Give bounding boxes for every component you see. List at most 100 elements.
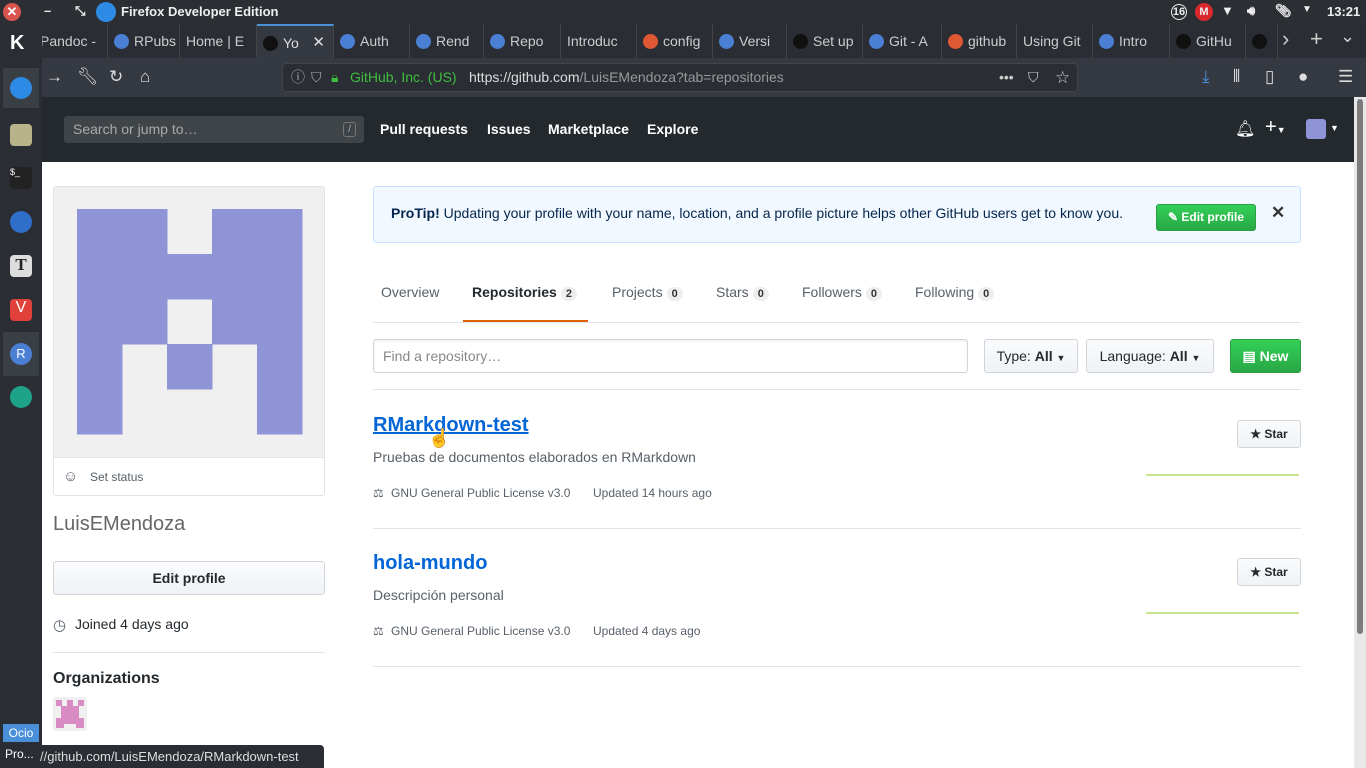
browser-tab[interactable]: Home | E — [180, 24, 257, 58]
star-icon: ★ — [1250, 565, 1262, 579]
browser-tab[interactable]: github — [942, 24, 1017, 58]
text-editor-icon[interactable]: T — [10, 255, 32, 277]
browser-tab[interactable]: Introduc — [561, 24, 637, 58]
star-button[interactable]: ★ Star — [1237, 558, 1301, 586]
reload-button[interactable]: ↻ — [109, 67, 123, 87]
taskbar-pro[interactable]: Pro... — [5, 747, 34, 761]
browser-tab[interactable]: RPubs — [108, 24, 180, 58]
file-manager-icon[interactable] — [10, 124, 32, 146]
browser-tab[interactable] — [1246, 24, 1278, 58]
close-window-button[interactable]: ✕ — [3, 3, 21, 21]
github-icon — [1252, 34, 1267, 49]
tab-projects[interactable]: Projects 0 — [612, 284, 683, 301]
browser-tab[interactable]: Yo ✕ — [257, 24, 334, 58]
new-tab-button[interactable]: + — [1310, 26, 1323, 52]
tab-stars[interactable]: Stars 0 — [716, 284, 769, 301]
firefox-task[interactable] — [3, 68, 39, 108]
minimize-button[interactable]: – — [44, 3, 51, 18]
library-button[interactable]: ⫴ — [1233, 67, 1240, 87]
browser-tab[interactable]: Intro — [1093, 24, 1170, 58]
app-icon[interactable] — [10, 386, 32, 408]
tab-overview[interactable]: Overview — [381, 284, 439, 300]
kde-launcher-icon[interactable]: K — [10, 32, 24, 55]
menu-button[interactable]: ☰ — [1338, 67, 1353, 87]
site-identity[interactable]: GitHub, Inc. (US) — [350, 64, 457, 91]
window-titlebar: ✕ – ⤡ Firefox Developer Edition 16 M ▼ 🔊… — [0, 0, 1366, 24]
page-actions-icon[interactable]: ••• — [999, 64, 1014, 91]
type-filter-dropdown[interactable]: Type: All ▼ — [984, 339, 1078, 373]
browser-tab[interactable]: Versi — [713, 24, 787, 58]
nav-marketplace[interactable]: Marketplace — [548, 121, 629, 137]
scrollbar-thumb[interactable] — [1357, 99, 1363, 634]
user-avatar-menu[interactable] — [1306, 119, 1326, 139]
sidebar-button[interactable]: ▯ — [1265, 67, 1274, 87]
tab-following[interactable]: Following 0 — [915, 284, 995, 301]
star-button[interactable]: ★ Star — [1237, 420, 1301, 448]
home-button[interactable]: ⌂ — [140, 67, 150, 87]
protip-edit-profile-button[interactable]: ✎ Edit profile — [1156, 204, 1256, 231]
terminal-icon[interactable]: $_ — [10, 167, 32, 189]
browser-tab[interactable]: Git - A — [863, 24, 942, 58]
tools-icon[interactable]: 🔧︎ — [77, 67, 99, 87]
bookmark-star-icon[interactable]: ☆ — [1055, 64, 1070, 91]
close-tab-icon[interactable]: ✕ — [312, 26, 325, 58]
rstudio-task[interactable]: R — [3, 332, 39, 376]
create-new-dropdown[interactable]: +▼ — [1265, 116, 1286, 139]
tray-expand-icon[interactable]: ▼ — [1302, 4, 1312, 15]
language-filter-dropdown[interactable]: Language: All ▼ — [1086, 339, 1214, 373]
browser-tab[interactable]: Rend — [410, 24, 484, 58]
organization-avatar[interactable] — [53, 697, 87, 731]
repository-description: Descripción personal — [373, 587, 504, 603]
repository-link[interactable]: hola-mundo — [373, 552, 487, 575]
browser-tab[interactable]: Repo — [484, 24, 561, 58]
tab-scroll-right-icon[interactable]: › — [1282, 26, 1289, 52]
tracking-shield-icon[interactable]: ⛉ — [311, 64, 322, 91]
clock[interactable]: 13:21 — [1327, 4, 1360, 19]
wifi-icon[interactable]: ▼ — [1221, 3, 1234, 18]
browser-tab[interactable]: Set up — [787, 24, 863, 58]
pocket-icon[interactable]: ⛉ — [1028, 64, 1039, 91]
set-status-button[interactable]: ☺ Set status — [54, 457, 324, 495]
notifications-bell-icon[interactable]: 🔔︎ — [1235, 119, 1255, 139]
mega-icon[interactable]: M — [1195, 3, 1213, 21]
browser-tab[interactable]: GitHu — [1170, 24, 1246, 58]
tab-repositories[interactable]: Repositories 2 — [472, 284, 577, 301]
url-bar[interactable]: ⓘ ⛉ 🔒︎ GitHub, Inc. (US) https://github.… — [282, 63, 1078, 92]
identicon-cell — [122, 209, 168, 255]
nav-explore[interactable]: Explore — [647, 121, 698, 137]
browser-tab[interactable]: config — [637, 24, 713, 58]
taskbar-ocio[interactable]: Ocio — [3, 724, 39, 742]
volume-icon[interactable]: 🔊︎ — [1247, 3, 1255, 19]
page-scrollbar[interactable] — [1354, 97, 1366, 768]
url-text[interactable]: https://github.com/LuisEMendoza?tab=repo… — [469, 64, 784, 91]
downloads-button[interactable]: ⤓ — [1202, 67, 1210, 87]
browser-tab[interactable]: Auth — [334, 24, 410, 58]
tab-favicon-icon — [490, 34, 505, 49]
lock-icon: 🔒︎ — [331, 69, 339, 85]
find-repository-input[interactable]: Find a repository… — [373, 339, 968, 373]
tab-list-icon[interactable]: ⌄ — [1340, 26, 1355, 47]
user-menu-caret-icon[interactable]: ▼ — [1330, 123, 1339, 133]
identicon-cell — [257, 254, 303, 300]
clipboard-icon[interactable]: 📎︎ — [1275, 3, 1292, 19]
browser-tab[interactable]: Pandoc - — [34, 24, 108, 58]
dismiss-protip-button[interactable]: ✕ — [1271, 203, 1285, 223]
nav-issues[interactable]: Issues — [487, 121, 531, 137]
browser-tab[interactable]: Using Git — [1017, 24, 1093, 58]
edit-profile-button[interactable]: Edit profile — [53, 561, 325, 595]
nav-pull-requests[interactable]: Pull requests — [380, 121, 468, 137]
extension-icon[interactable]: ● — [1298, 67, 1308, 87]
new-repository-button[interactable]: ▤ New — [1230, 339, 1301, 373]
repository-link[interactable]: RMarkdown-test — [373, 414, 529, 437]
tab-label: Repositories — [472, 284, 557, 300]
profile-avatar-card[interactable]: ☺ Set status — [53, 186, 325, 496]
tray-badge[interactable]: 16 — [1171, 4, 1187, 20]
maximize-button[interactable]: ⤡ — [75, 3, 85, 19]
info-icon[interactable]: ⓘ — [291, 64, 305, 91]
music-player-icon[interactable] — [10, 211, 32, 233]
github-search-input[interactable]: Search or jump to… / — [64, 116, 364, 143]
tab-label: Followers — [802, 284, 862, 300]
tab-followers[interactable]: Followers 0 — [802, 284, 883, 301]
vivaldi-icon[interactable]: V — [10, 299, 32, 321]
forward-button[interactable]: → — [46, 67, 63, 87]
